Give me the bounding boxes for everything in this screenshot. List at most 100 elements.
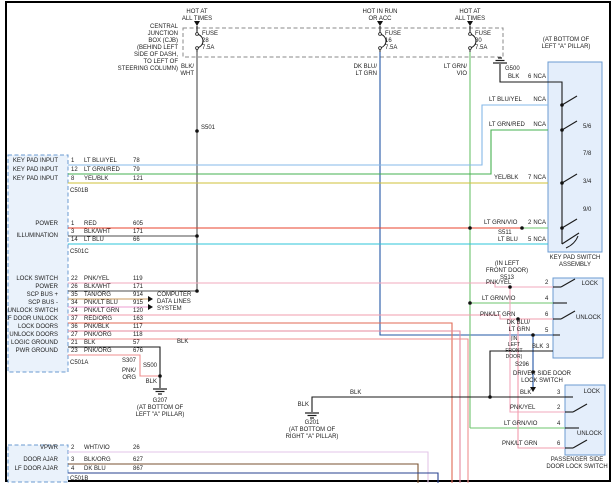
pin-label: 27 bbox=[71, 332, 78, 339]
pin-function: UNLOCK DOORS bbox=[9, 332, 58, 339]
wiring-diagram-page: HOT AT ALL TIMESHOT IN RUN OR ACCHOT AT … bbox=[0, 0, 613, 483]
cjb-label: CENTRAL JUNCTION BOX (CJB) (BEHIND LEFT … bbox=[118, 24, 178, 74]
pin-function: POWER bbox=[35, 284, 58, 291]
circuit-label: 627 bbox=[133, 457, 143, 464]
feed-label: HOT IN RUN OR ACC bbox=[363, 9, 398, 23]
pin-function: LOGIC GROUND bbox=[11, 340, 58, 347]
pin-label: 26 bbox=[71, 284, 78, 291]
wire-label: BLK bbox=[298, 402, 309, 409]
location-label: (AT BOTTOM OF RIGHT "A" PILLAR) bbox=[286, 427, 339, 441]
wire-label: PNK/LT GRN bbox=[480, 312, 515, 319]
switch-position-label: LOCK bbox=[582, 281, 598, 288]
nca-label: NCA bbox=[533, 74, 546, 81]
circuit-label: 66 bbox=[133, 237, 140, 244]
note-label: SYSTEM bbox=[157, 306, 182, 313]
keypad-number: 7/8 bbox=[583, 151, 591, 158]
wire-label: PNK/YEL bbox=[486, 280, 511, 287]
wire-label: LT GRN/VIO bbox=[484, 220, 517, 227]
wire-label: PNK/ ORG bbox=[122, 368, 136, 382]
pin-label: 2 bbox=[71, 445, 74, 452]
location-label: (AT BOTTOM OF LEFT "A" PILLAR) bbox=[136, 405, 185, 419]
pin-label: 5 bbox=[528, 237, 531, 244]
splice-label: S500 bbox=[143, 363, 157, 370]
pin-label: 5 bbox=[545, 328, 548, 335]
pin-label: 21 bbox=[71, 340, 78, 347]
circuit-label: 119 bbox=[133, 276, 143, 283]
pin-function: DOOR AJAR bbox=[23, 457, 58, 464]
wire-label: PNK/ORG bbox=[84, 348, 112, 355]
fuse-label: FUSE 30 7.5A bbox=[475, 31, 491, 52]
component-label: DRIVER SIDE DOOR LOCK SWITCH bbox=[513, 371, 571, 385]
wire-label: PNK/LT GRN bbox=[84, 308, 119, 315]
wire-label: PNK/LT GRN bbox=[502, 441, 537, 448]
pin-label: 4 bbox=[545, 296, 548, 303]
wire-label: BLK/WHT bbox=[84, 284, 111, 291]
component-label: KEY PAD SWITCH ASSEMBLY bbox=[550, 255, 601, 269]
pin-label: 6 bbox=[545, 312, 548, 319]
pin-function: LF DOOR UNLOCK bbox=[5, 316, 58, 323]
pin-function: POWER bbox=[35, 221, 58, 228]
wire-label: LT GRN/RED bbox=[489, 122, 525, 129]
wire-label: LT BLU bbox=[498, 237, 518, 244]
pin-label: 3 bbox=[546, 344, 549, 351]
pin-label: 8 bbox=[71, 176, 74, 183]
wire-label: DK BLU bbox=[84, 466, 106, 473]
circuit-label: 79 bbox=[133, 167, 140, 174]
pin-function: SCP BUS + bbox=[27, 292, 58, 299]
keypad-number: 5/6 bbox=[583, 124, 591, 131]
splice-label: S307 bbox=[122, 358, 136, 365]
circuit-label: 120 bbox=[133, 308, 143, 315]
note-label: COMPUTER DATA LINES bbox=[157, 292, 191, 306]
pin-function: KEY PAD INPUT bbox=[13, 176, 58, 183]
circuit-label: 78 bbox=[133, 158, 140, 165]
connector-label: C501B bbox=[70, 476, 88, 483]
pin-function: KEY PAD INPUT bbox=[13, 167, 58, 174]
wire-label: LT BLU/YEL bbox=[84, 158, 117, 165]
pin-label: 3 bbox=[557, 390, 560, 397]
circuit-label: 171 bbox=[133, 229, 143, 236]
wire-label: WHT/VIO bbox=[84, 445, 110, 452]
pin-function: LOCK DOORS bbox=[18, 324, 58, 331]
pin-label: 22 bbox=[71, 276, 78, 283]
circuit-label: 171 bbox=[133, 284, 143, 291]
wire-label: LT GRN/VIO bbox=[482, 296, 515, 303]
nca-label: NCA bbox=[533, 175, 546, 182]
wire-label: DK BLU/ LT GRN bbox=[507, 320, 530, 334]
wire-label: BLK bbox=[146, 379, 157, 386]
wire-label: YEL/BLK bbox=[494, 175, 518, 182]
nca-label: NCA bbox=[533, 237, 546, 244]
wire-label: PNK/YEL bbox=[84, 276, 109, 283]
circuit-label: 915 bbox=[133, 300, 143, 307]
wire-label: BLK/ WHT bbox=[180, 64, 194, 78]
pin-function: LF DOOR AJAR bbox=[15, 466, 58, 473]
pin-label: 14 bbox=[71, 237, 78, 244]
wire-label: BLK/WHT bbox=[84, 229, 111, 236]
splice-label: S501 bbox=[201, 125, 215, 132]
circuit-label: 914 bbox=[133, 292, 143, 299]
wire-label: YEL/BLK bbox=[84, 176, 108, 183]
wire-label: BLK bbox=[508, 74, 519, 81]
pin-function: ILLUMINATION bbox=[16, 233, 58, 240]
pin-label: 1 bbox=[71, 221, 74, 228]
circuit-label: 117 bbox=[133, 324, 143, 331]
feed-label: HOT AT ALL TIMES bbox=[455, 9, 485, 23]
circuit-label: 867 bbox=[133, 466, 143, 473]
pin-label: 1 bbox=[71, 158, 74, 165]
pin-label: 2 bbox=[545, 280, 548, 287]
fuse-label: FUSE 16 7.5A bbox=[385, 31, 401, 52]
pin-label: 35 bbox=[71, 292, 78, 299]
keypad-number: 9/0 bbox=[583, 207, 591, 214]
pin-label: 6 bbox=[557, 441, 560, 448]
pin-label: 36 bbox=[71, 324, 78, 331]
wire-label: LT BLU bbox=[84, 237, 104, 244]
pin-label: 37 bbox=[71, 316, 78, 323]
pin-label: 4 bbox=[557, 421, 560, 428]
wire-label: BLK bbox=[350, 390, 361, 397]
pin-function: PWR GROUND bbox=[16, 348, 58, 355]
circuit-label: 26 bbox=[133, 445, 140, 452]
pin-label: 7 bbox=[528, 175, 531, 182]
pin-label: 2 bbox=[528, 220, 531, 227]
nca-label: NCA bbox=[533, 97, 546, 104]
keypad-number: 3/4 bbox=[583, 179, 591, 186]
wire-label: LT GRN/ VIO bbox=[444, 64, 467, 78]
